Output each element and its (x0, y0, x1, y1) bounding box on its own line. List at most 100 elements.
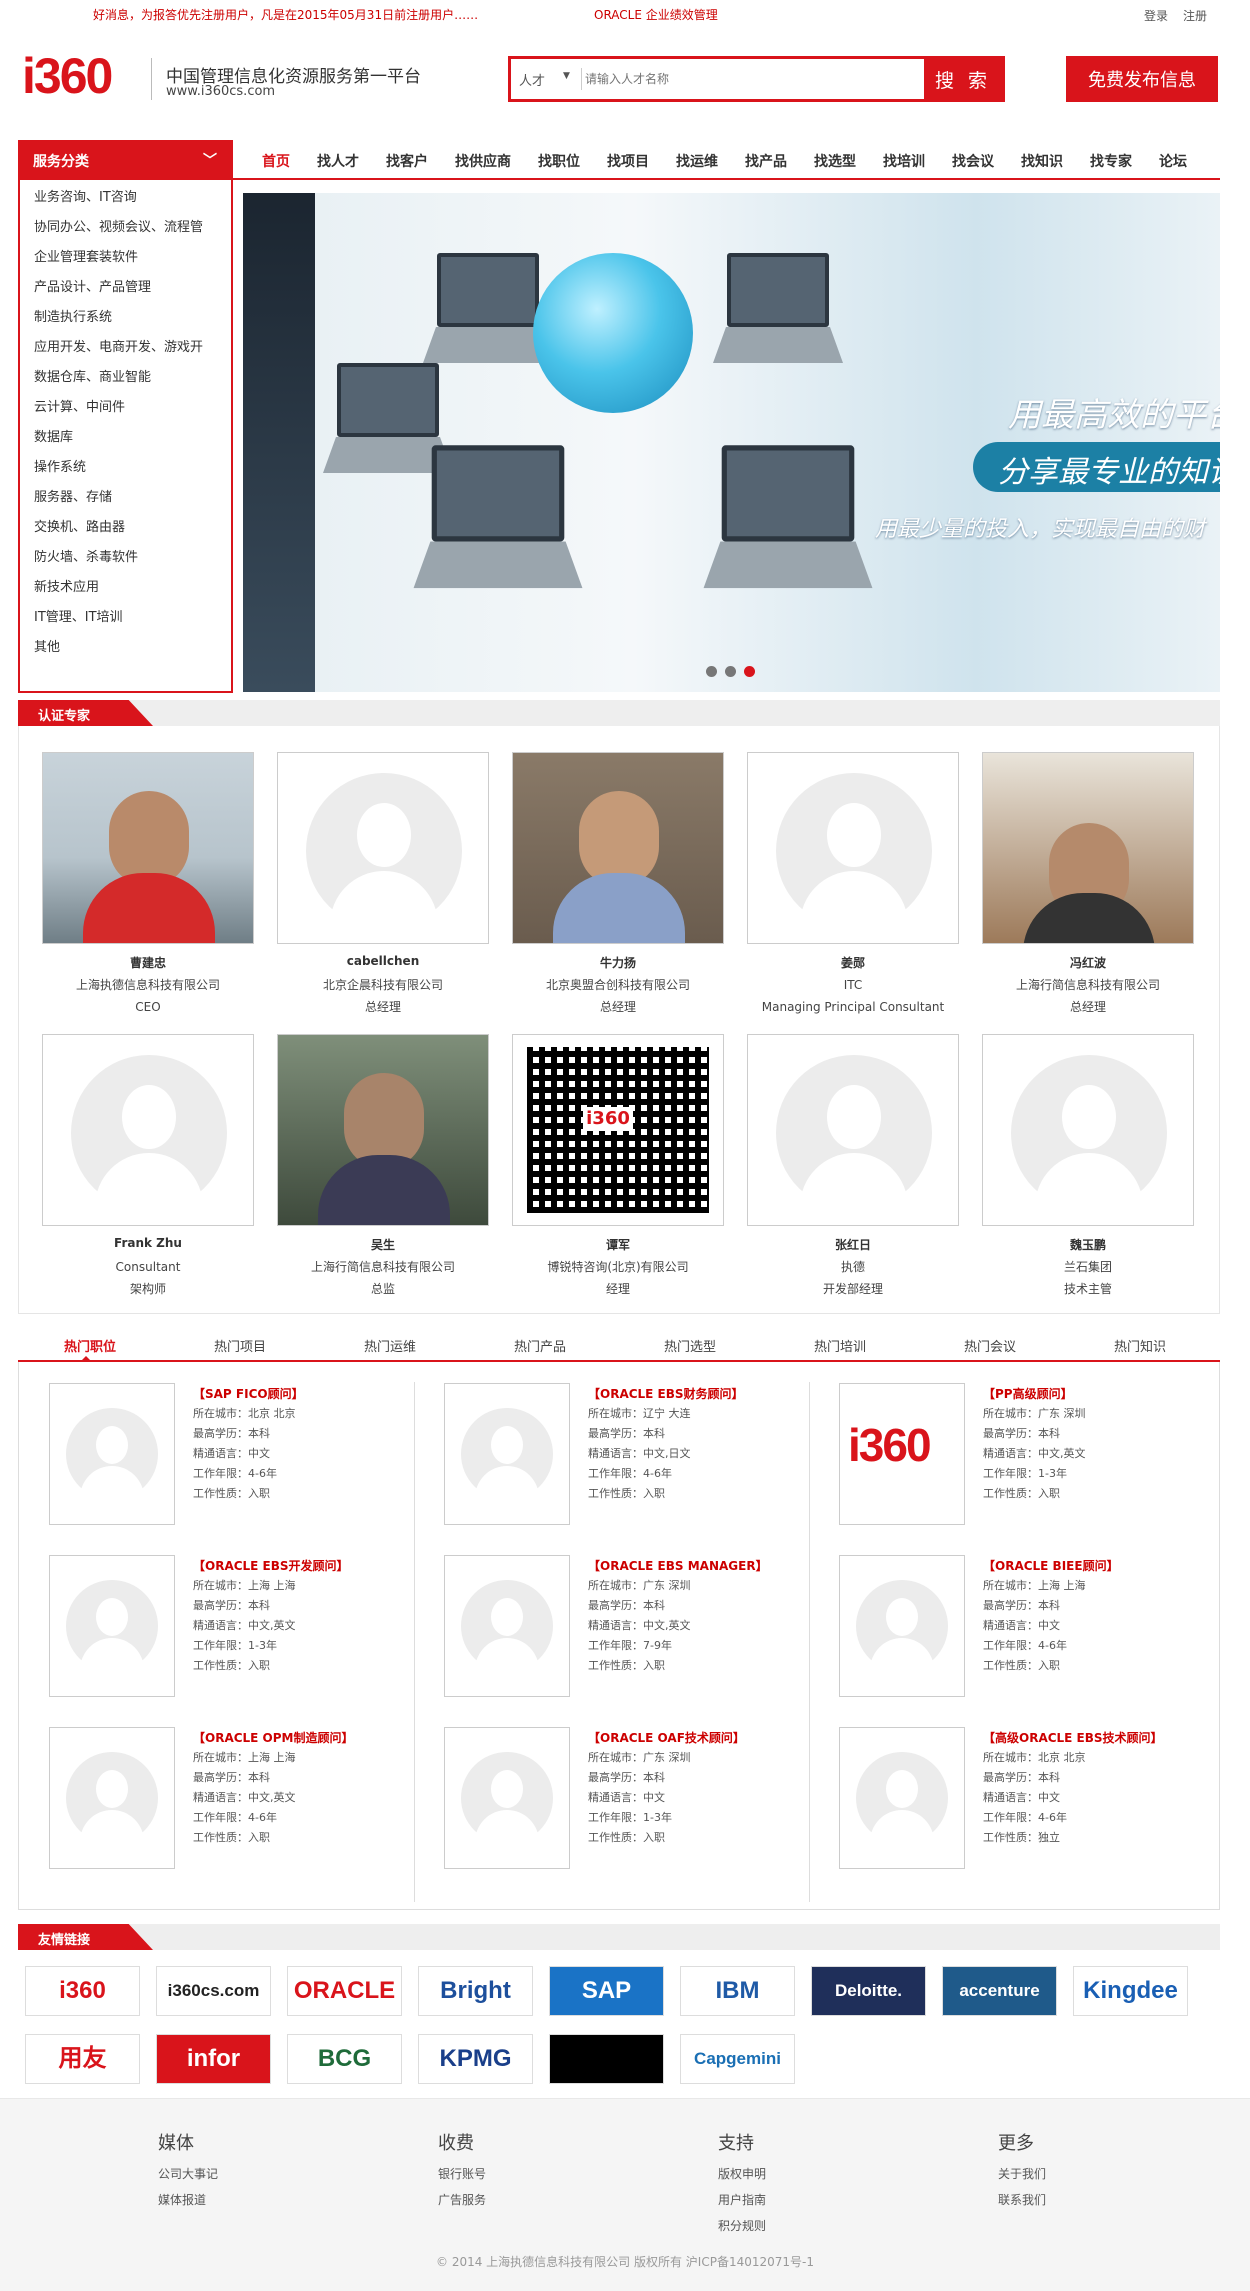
job-title[interactable]: 【ORACLE OPM制造顾问】 (193, 1729, 354, 1746)
expert-card[interactable]: cabellchen 北京企晨科技有限公司 总经理 (277, 752, 489, 1018)
nav-item[interactable]: 找项目 (607, 151, 649, 171)
job-thumbnail[interactable] (444, 1555, 570, 1697)
service-item[interactable]: 产品设计、产品管理 (20, 273, 231, 303)
job-card[interactable]: 【高级ORACLE EBS技术顾问】 所在城市：北京 北京 最高学历：本科 精通语言：… (839, 1727, 1199, 1873)
footer-link[interactable]: 积分规则 (718, 2213, 766, 2239)
service-item[interactable]: 其他 (20, 633, 231, 663)
partner-logo[interactable]: accenture (942, 1966, 1057, 2016)
job-card[interactable]: 【ORACLE EBS开发顾问】 所在城市：上海 上海 最高学历：本科 精通语言：中文… (49, 1555, 409, 1701)
job-title[interactable]: 【ORACLE EBS开发顾问】 (193, 1557, 349, 1574)
service-item[interactable]: 操作系统 (20, 453, 231, 483)
job-card[interactable]: 【ORACLE EBS财务顾问】 所在城市：辽宁 大连 最高学历：本科 精通语言：中文… (444, 1383, 804, 1529)
partner-logo[interactable]: IBM (680, 1966, 795, 2016)
job-thumbnail[interactable] (444, 1383, 570, 1525)
job-card[interactable]: 【ORACLE EBS MANAGER】 所在城市：广东 深圳 最高学历：本科 精通语… (444, 1555, 804, 1701)
expert-card[interactable]: 牛力扬 北京奥盟合创科技有限公司 总经理 (512, 752, 724, 1018)
footer-link[interactable]: 版权申明 (718, 2161, 766, 2187)
job-title[interactable]: 【ORACLE EBS财务顾问】 (588, 1385, 744, 1402)
job-thumbnail[interactable] (49, 1727, 175, 1869)
nav-item[interactable]: 找人才 (317, 151, 359, 171)
search-button[interactable]: 搜 索 (924, 59, 1002, 99)
expert-name[interactable]: 牛力扬 (512, 954, 724, 974)
partner-logo[interactable] (549, 2034, 664, 2084)
expert-name[interactable]: Frank Zhu (42, 1236, 254, 1256)
expert-name[interactable]: 张红日 (747, 1236, 959, 1256)
partner-logo[interactable]: Capgemini (680, 2034, 795, 2084)
partner-logo[interactable]: i360cs.com (156, 1966, 271, 2016)
nav-item[interactable]: 找培训 (883, 151, 925, 171)
nav-item[interactable]: 找客户 (386, 151, 428, 171)
expert-name[interactable]: cabellchen (277, 954, 489, 974)
expert-photo[interactable] (982, 752, 1194, 944)
nav-item[interactable]: 找知识 (1021, 151, 1063, 171)
job-thumbnail[interactable] (49, 1383, 175, 1525)
expert-photo[interactable] (277, 752, 489, 944)
footer-link[interactable]: 联系我们 (998, 2187, 1046, 2213)
service-category-header[interactable]: 服务分类 ﹀ (18, 140, 233, 180)
expert-photo[interactable] (747, 752, 959, 944)
expert-card[interactable]: 吴生 上海行简信息科技有限公司 总监 (277, 1034, 489, 1300)
service-item[interactable]: 协同办公、视频会议、流程管 (20, 213, 231, 243)
publish-free-button[interactable]: 免费发布信息 (1066, 56, 1218, 102)
footer-link[interactable]: 关于我们 (998, 2161, 1046, 2187)
expert-photo[interactable] (42, 1034, 254, 1226)
job-card[interactable]: i360 【PP高级顾问】 所在城市：广东 深圳 最高学历：本科 精通语言：中文,英文工… (839, 1383, 1199, 1529)
job-card[interactable]: 【SAP FICO顾问】 所在城市：北京 北京 最高学历：本科 精通语言：中文 工作年限… (49, 1383, 409, 1529)
service-item[interactable]: 新技术应用 (20, 573, 231, 603)
partner-logo[interactable]: SAP (549, 1966, 664, 2016)
job-thumbnail[interactable] (839, 1727, 965, 1869)
search-category-select[interactable]: 人才 (519, 70, 545, 89)
carousel-dot[interactable] (725, 666, 736, 677)
chevron-down-icon[interactable]: ▼ (563, 71, 570, 81)
tab-hot-selection[interactable]: 热门选型 (664, 1336, 716, 1355)
service-item[interactable]: 云计算、中间件 (20, 393, 231, 423)
expert-photo[interactable] (512, 752, 724, 944)
service-item[interactable]: 交换机、路由器 (20, 513, 231, 543)
partner-logo[interactable]: Kingdee (1073, 1966, 1188, 2016)
carousel-dot-active[interactable] (744, 666, 755, 677)
expert-card[interactable]: i360 谭军 博锐特咨询(北京)有限公司 经理 (512, 1034, 724, 1300)
expert-card[interactable]: 张红日 执德 开发部经理 (747, 1034, 959, 1300)
hero-banner[interactable]: 用最高效的平台 分享最专业的知识 用最少量的投入，实现最自由的财 (243, 193, 1220, 692)
job-thumbnail[interactable] (839, 1555, 965, 1697)
register-link[interactable]: 注册 (1183, 7, 1207, 24)
nav-item[interactable]: 找产品 (745, 151, 787, 171)
job-title[interactable]: 【ORACLE OAF技术顾问】 (588, 1729, 745, 1746)
footer-link[interactable]: 媒体报道 (158, 2187, 218, 2213)
search-input[interactable] (585, 62, 925, 96)
footer-link[interactable]: 广告服务 (438, 2187, 486, 2213)
headline-link[interactable]: ORACLE 企业绩效管理 (594, 6, 718, 23)
service-item[interactable]: 防火墙、杀毒软件 (20, 543, 231, 573)
job-thumbnail[interactable] (49, 1555, 175, 1697)
service-item[interactable]: IT管理、IT培训 (20, 603, 231, 633)
tab-hot-knowledge[interactable]: 热门知识 (1114, 1336, 1166, 1355)
expert-name[interactable]: 谭军 (512, 1236, 724, 1256)
expert-name[interactable]: 曹建忠 (42, 954, 254, 974)
partner-logo[interactable]: BCG (287, 2034, 402, 2084)
expert-photo[interactable] (747, 1034, 959, 1226)
expert-qr-code[interactable]: i360 (512, 1034, 724, 1226)
carousel-dot[interactable] (706, 666, 717, 677)
expert-name[interactable]: 冯红波 (982, 954, 1194, 974)
expert-card[interactable]: 曹建忠 上海执德信息科技有限公司 CEO (42, 752, 254, 1018)
service-item[interactable]: 业务咨询、IT咨询 (20, 183, 231, 213)
tab-hot-products[interactable]: 热门产品 (514, 1336, 566, 1355)
expert-name[interactable]: 吴生 (277, 1236, 489, 1256)
job-card[interactable]: 【ORACLE OAF技术顾问】 所在城市：广东 深圳 最高学历：本科 精通语言：中文… (444, 1727, 804, 1873)
site-logo[interactable]: i360 (22, 48, 142, 104)
service-item[interactable]: 数据库 (20, 423, 231, 453)
tab-hot-training[interactable]: 热门培训 (814, 1336, 866, 1355)
job-thumbnail[interactable] (444, 1727, 570, 1869)
nav-item[interactable]: 找运维 (676, 151, 718, 171)
nav-home[interactable]: 首页 (262, 151, 290, 171)
service-item[interactable]: 数据仓库、商业智能 (20, 363, 231, 393)
job-title[interactable]: 【PP高级顾问】 (983, 1385, 1073, 1402)
partner-logo[interactable]: infor (156, 2034, 271, 2084)
nav-item[interactable]: 论坛 (1159, 151, 1187, 171)
service-item[interactable]: 应用开发、电商开发、游戏开 (20, 333, 231, 363)
notice-text[interactable]: 好消息，为报答优先注册用户，凡是在2015年05月31日前注册用户…… (93, 6, 478, 23)
partner-logo[interactable]: KPMG (418, 2034, 533, 2084)
expert-photo[interactable] (42, 752, 254, 944)
partner-logo[interactable]: Bright (418, 1966, 533, 2016)
job-card[interactable]: 【ORACLE BIEE顾问】 所在城市：上海 上海 最高学历：本科 精通语言：中文工… (839, 1555, 1199, 1701)
